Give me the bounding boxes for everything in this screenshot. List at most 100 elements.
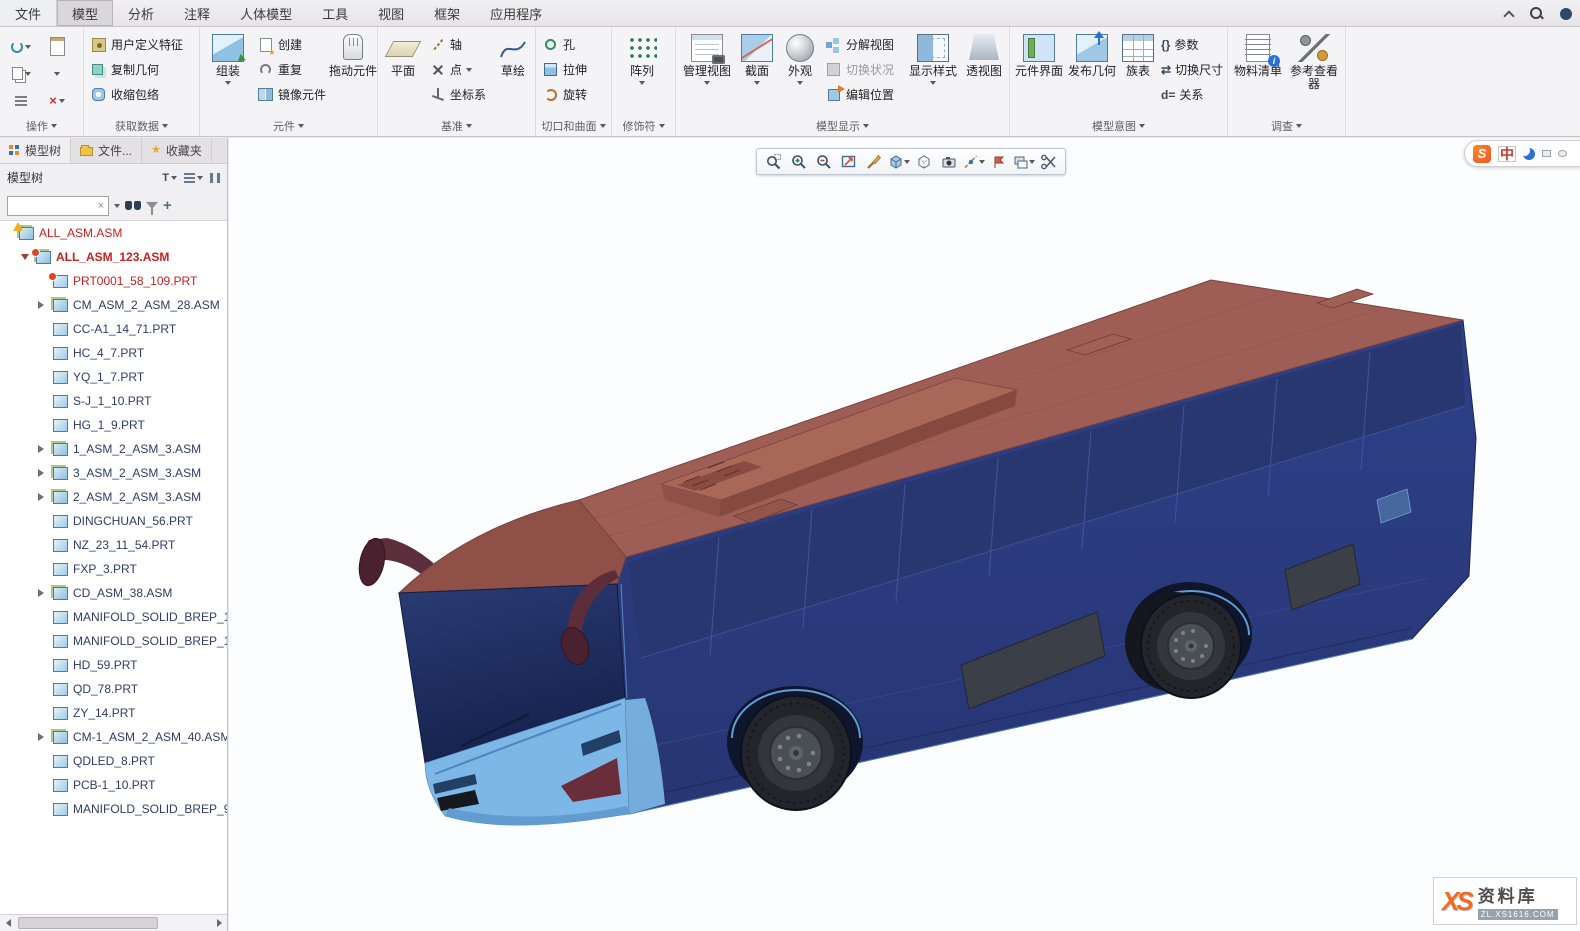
paste-menu-button[interactable]	[39, 60, 75, 87]
expand-arrow[interactable]	[38, 491, 48, 503]
axis-button[interactable]: 轴	[426, 32, 490, 57]
datum-display-filter-button[interactable]	[962, 150, 985, 173]
tree-item[interactable]: HD_59.PRT	[0, 653, 227, 677]
revolve-button[interactable]: 旋转	[539, 82, 590, 107]
plane-button[interactable]: 平面	[381, 30, 425, 119]
mirror-component-button[interactable]: 镜像元件	[254, 82, 326, 107]
tree-sort-button[interactable]: T	[162, 172, 177, 184]
ime-keyboard-icon[interactable]	[1542, 150, 1551, 157]
tree-show-button[interactable]	[184, 173, 203, 183]
tree-item[interactable]: HC_4_7.PRT	[0, 341, 227, 365]
display-style-button[interactable]: 显示样式	[905, 30, 961, 119]
drag-components-button[interactable]: 拖动元件	[327, 30, 379, 119]
regenerate-button[interactable]	[3, 33, 39, 60]
clear-search-icon[interactable]: ×	[94, 200, 108, 212]
account-icon[interactable]	[1560, 8, 1572, 20]
datum-group-label[interactable]: 基准	[378, 118, 535, 134]
tree-item[interactable]: 3_ASM_2_ASM_3.ASM	[0, 461, 227, 485]
capture-button[interactable]	[937, 150, 960, 173]
copy-button[interactable]	[3, 60, 39, 87]
graphics-area[interactable]: S 中 XS 资料库 ZL.XS1616.COM	[229, 138, 1580, 931]
tree-item[interactable]: 2_ASM_2_ASM_3.ASM	[0, 485, 227, 509]
tree-item[interactable]: YQ_1_7.PRT	[0, 365, 227, 389]
tree-item[interactable]: QD_78.PRT	[0, 677, 227, 701]
extrude-button[interactable]: 拉伸	[539, 57, 590, 82]
exploded-view-button[interactable]: 分解视图	[822, 32, 904, 57]
tree-item[interactable]: CM_ASM_2_ASM_28.ASM	[0, 293, 227, 317]
tree-item[interactable]: MANIFOLD_SOLID_BREP_9	[0, 797, 227, 821]
sogou-logo-icon[interactable]: S	[1473, 145, 1491, 163]
tree-item[interactable]: QDLED_8.PRT	[0, 749, 227, 773]
scroll-track[interactable]	[16, 915, 211, 931]
tab-folder-browser[interactable]: 文件...	[71, 138, 142, 163]
bus-model[interactable]	[229, 138, 1580, 931]
assemble-button[interactable]: 组装	[203, 30, 253, 119]
ime-language-toggle[interactable]: 中	[1498, 146, 1516, 162]
sketch-button[interactable]: 草绘	[491, 30, 535, 119]
family-table-button[interactable]: 族表	[1119, 30, 1157, 119]
repeat-button[interactable]: 重复	[254, 57, 326, 82]
tree-item[interactable]: ZY_14.PRT	[0, 701, 227, 725]
parameters-button[interactable]: {}参数	[1158, 32, 1230, 57]
create-component-button[interactable]: 创建	[254, 32, 326, 57]
point-button[interactable]: 点	[426, 57, 490, 82]
expand-arrow[interactable]	[38, 467, 48, 479]
display-style-button-graphics[interactable]	[887, 150, 910, 173]
scroll-thumb[interactable]	[18, 917, 158, 929]
expand-arrow[interactable]	[38, 443, 48, 455]
tab-annotate[interactable]: 注释	[169, 0, 225, 26]
tree-item[interactable]: CM-1_ASM_2_ASM_40.ASM	[0, 725, 227, 749]
scroll-right-icon[interactable]	[211, 915, 227, 931]
annotation-display-button[interactable]	[987, 150, 1010, 173]
pattern-button[interactable]: 阵列	[615, 30, 669, 119]
tab-favorites[interactable]: ★收藏夹	[142, 138, 212, 163]
collapse-ribbon-icon[interactable]	[1503, 10, 1514, 21]
zoom-in-button[interactable]	[787, 150, 810, 173]
tree-item[interactable]: MANIFOLD_SOLID_BREP_1	[0, 605, 227, 629]
expand-arrow[interactable]	[38, 587, 48, 599]
repaint-button[interactable]	[862, 150, 885, 173]
tab-model[interactable]: 模型	[57, 0, 113, 26]
manage-views-button[interactable]: 管理视图	[679, 30, 735, 119]
paste-button[interactable]	[39, 33, 75, 60]
tree-item[interactable]: HG_1_9.PRT	[0, 413, 227, 437]
tab-model-tree[interactable]: 模型树	[0, 138, 71, 163]
zoom-region-button[interactable]	[762, 150, 785, 173]
delete-button[interactable]: ×	[39, 87, 75, 114]
component-interface-button[interactable]: 元件界面	[1013, 30, 1065, 119]
relations-button[interactable]: d=关系	[1158, 82, 1230, 107]
expand-arrow[interactable]	[38, 299, 48, 311]
tab-framework[interactable]: 框架	[419, 0, 475, 26]
zoom-out-button[interactable]	[812, 150, 835, 173]
filter-icon[interactable]	[146, 202, 158, 209]
tree-item[interactable]: CD_ASM_38.ASM	[0, 581, 227, 605]
edit-position-button[interactable]: 编辑位置	[822, 82, 904, 107]
reference-viewer-button[interactable]: 参考查看器	[1286, 30, 1342, 119]
switch-dimensions-button[interactable]: ⇄切换尺寸	[1158, 57, 1230, 82]
tab-tools[interactable]: 工具	[307, 0, 363, 26]
perspective-button[interactable]: 透视图	[962, 30, 1006, 119]
tree-item[interactable]: PRT0001_58_109.PRT	[0, 269, 227, 293]
add-filter-icon[interactable]: +	[163, 198, 172, 213]
shrinkwrap-button[interactable]: 收缩包络	[87, 82, 186, 107]
tree-item[interactable]: FXP_3.PRT	[0, 557, 227, 581]
command-search-icon[interactable]	[1529, 6, 1544, 21]
tree-item[interactable]: PCB-1_10.PRT	[0, 773, 227, 797]
bom-button[interactable]: 物料清单	[1231, 30, 1285, 119]
copy-geometry-button[interactable]: 复制几何	[87, 57, 186, 82]
modifiers-group-label[interactable]: 修饰符	[612, 118, 675, 134]
tree-item[interactable]: CC-A1_14_71.PRT	[0, 317, 227, 341]
model-display-group-label[interactable]: 模型显示	[676, 118, 1009, 134]
csys-button[interactable]: 坐标系	[426, 82, 490, 107]
tree-item[interactable]: MANIFOLD_SOLID_BREP_1	[0, 629, 227, 653]
tab-file[interactable]: 文件	[0, 0, 57, 26]
section-button[interactable]: 截面	[736, 30, 778, 119]
tree-item[interactable]: ALL_ASM_123.ASM	[0, 245, 227, 269]
find-icon[interactable]	[125, 200, 141, 212]
search-options-icon[interactable]	[114, 204, 120, 208]
tree-search-input[interactable]	[8, 198, 88, 214]
appearance-button[interactable]: 外观	[779, 30, 821, 119]
tree-item[interactable]: ALL_ASM.ASM	[0, 221, 227, 245]
refit-button[interactable]	[837, 150, 860, 173]
graphics-options-button[interactable]	[1037, 150, 1060, 173]
